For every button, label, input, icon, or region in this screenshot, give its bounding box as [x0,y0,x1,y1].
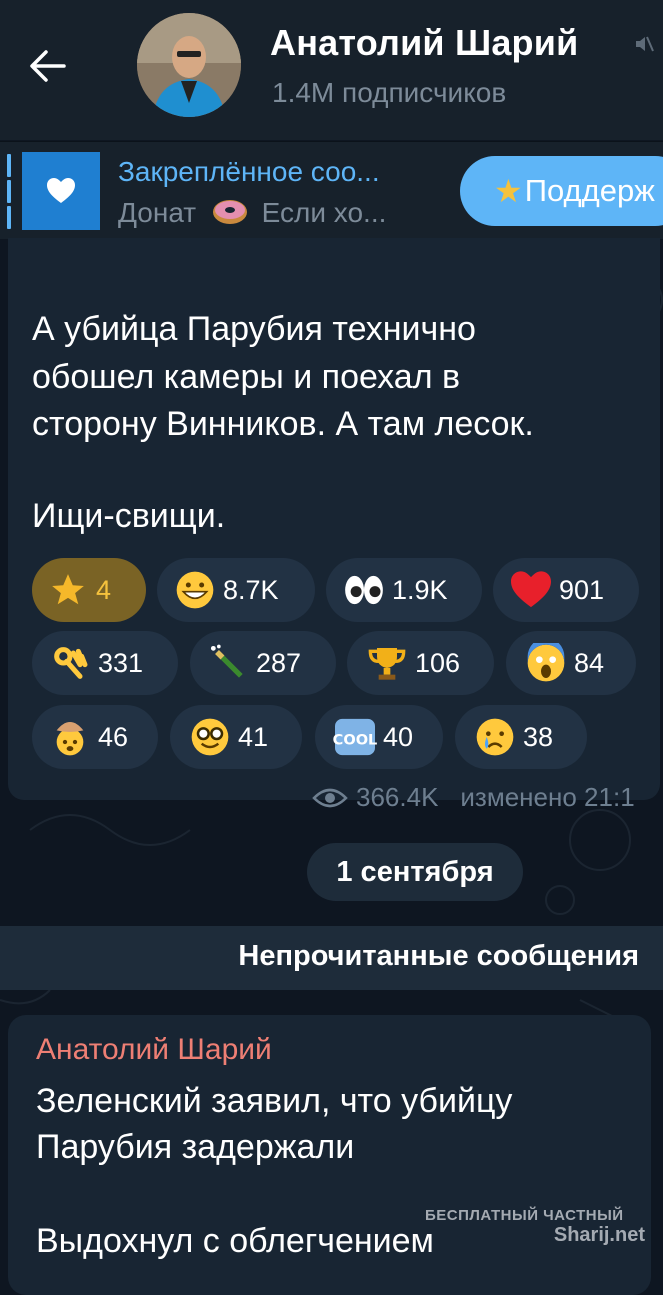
reaction-exploding-head[interactable]: 46 [32,705,158,769]
date-separator: 1 сентября [307,843,523,901]
subscriber-count: 1.4M подписчиков [272,77,507,108]
reaction-count: 287 [256,647,302,678]
reaction-count: 40 [383,721,414,752]
watermark: БЕСПЛАТНЫЙ ЧАСТНЫЙ Sharij.net [425,1207,645,1247]
reaction-count: 84 [574,647,605,678]
champagne-icon [206,641,250,685]
donut-icon [212,200,247,224]
screaming-face-icon [524,641,568,685]
support-button[interactable]: ★ Поддерж [460,156,663,226]
message-line: обошел камеры и поехал в [32,358,461,396]
crying-face-icon [473,715,517,759]
chat-header [0,0,663,140]
channel-title[interactable]: Анатолий Шарий [270,22,578,64]
eye-icon [312,788,348,807]
back-button[interactable] [20,38,76,94]
reaction-count: 106 [415,647,461,678]
message-line: А убийца Парубия технично [32,310,476,348]
reaction-count: 41 [238,721,269,752]
ok-hand-icon [48,641,92,685]
trophy-icon [365,641,409,685]
reaction-grin[interactable]: 8.7K [157,558,315,622]
channel-avatar[interactable] [137,13,241,117]
heart-icon [509,568,553,612]
message-line: сторону Винников. А там лесок. [32,405,534,443]
watermark-line-1: БЕСПЛАТНЫЙ ЧАСТНЫЙ [425,1207,624,1224]
reaction-count: 901 [559,574,605,605]
pinned-thumbnail [22,152,100,230]
reaction-nerd[interactable]: 41 [170,705,302,769]
reaction-ok-hand[interactable]: 331 [32,631,178,695]
reaction-eyes[interactable]: 1.9K [326,558,482,622]
reaction-cool[interactable]: COOL 40 [315,705,443,769]
view-count: 366.4K [356,782,439,812]
message-line: Выдохнул с облегчением [36,1222,434,1260]
grinning-face-icon [173,568,217,612]
pinned-title: Закреплённое соо... [118,156,380,187]
edited-time: изменено 21:1 [460,782,635,812]
svg-text:COOL: COOL [333,732,377,748]
exploding-head-icon [48,715,92,759]
reaction-count: 1.9K [392,574,448,605]
pinned-indicator [7,154,11,230]
muted-icon [636,36,654,52]
pinned-preview-text-2: Если хо... [261,197,387,228]
cool-icon: COOL [333,715,377,759]
reaction-heart[interactable]: 901 [493,558,639,622]
heart-icon [47,178,75,203]
eyes-icon [342,568,386,612]
unread-label: Непрочитанные сообщения [238,940,639,972]
reaction-count: 4 [96,574,112,605]
message-line: Ищи-свищи. [32,497,226,535]
avatar-photo [137,13,241,117]
watermark-line-2: Sharij.net [553,1224,645,1246]
reaction-count: 331 [98,647,144,678]
message-meta: 366.4K изменено 21:1 [312,782,635,813]
pinned-preview: Донат Если хо... [118,196,386,229]
arrow-left-icon [30,50,66,82]
reaction-count: 38 [523,721,554,752]
nerd-face-icon [188,715,232,759]
star-icon [46,568,90,612]
support-button-label: Поддерж [524,173,655,208]
reaction-star[interactable]: 4 [32,558,146,622]
reaction-scream[interactable]: 84 [506,631,636,695]
reaction-count: 46 [98,721,129,752]
reaction-crying[interactable]: 38 [455,705,587,769]
reaction-champagne[interactable]: 287 [190,631,336,695]
cut-off-text-line: ——————————————————————— [32,238,660,251]
reaction-trophy[interactable]: 106 [347,631,494,695]
message-author[interactable]: Анатолий Шарий [36,1033,272,1067]
star-icon: ★ [494,173,523,209]
reaction-count: 8.7K [223,574,279,605]
message-line: Зеленский заявил, что убийцу [36,1082,513,1120]
message-line: Парубия задержали [36,1128,355,1166]
pinned-preview-text-1: Донат [118,197,197,228]
